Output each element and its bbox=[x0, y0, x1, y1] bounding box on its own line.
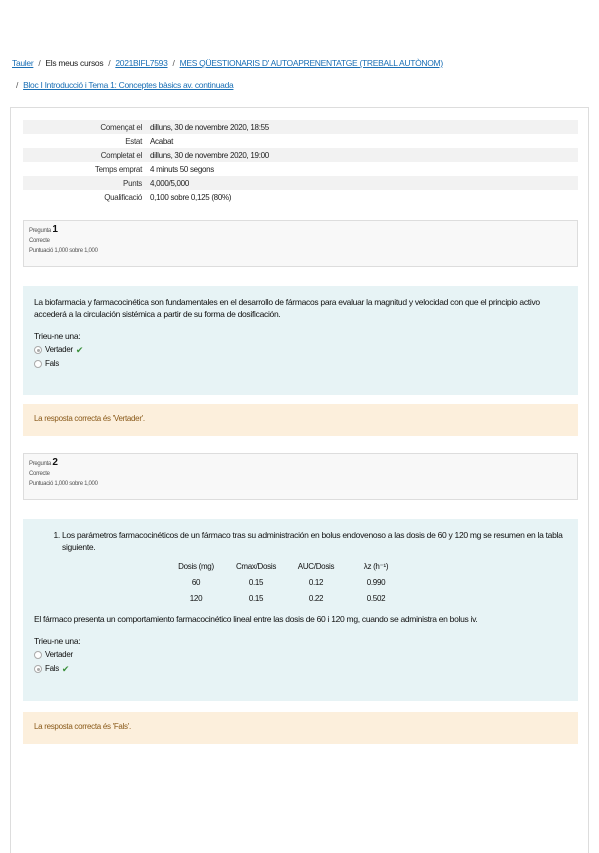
question-state: Correcte bbox=[29, 238, 50, 244]
table-header: λz (h⁻¹) bbox=[363, 562, 389, 571]
answer-prompt: Trieu-ne una: bbox=[34, 636, 81, 646]
summary-value: dilluns, 30 de novembre 2020, 18:55 bbox=[150, 122, 269, 132]
breadcrumb-home-link[interactable]: Tauler bbox=[12, 58, 34, 68]
question-number: 2 bbox=[52, 457, 58, 468]
question-text: La biofarmacia y farmacocinética son fun… bbox=[34, 297, 540, 319]
radio-unselected[interactable] bbox=[34, 360, 42, 368]
answer-option-true[interactable]: Vertader ✔ bbox=[34, 344, 567, 356]
summary-label: Començat el bbox=[100, 122, 142, 132]
question-mark: Puntuació 1,000 sobre 1,000 bbox=[29, 248, 98, 254]
question-2-content: Los parámetros farmacocinéticos de un fá… bbox=[23, 519, 578, 701]
question-text: Los parámetros farmacocinéticos de un fá… bbox=[62, 529, 567, 553]
summary-label: Punts bbox=[123, 178, 142, 188]
summary-label: Temps emprat bbox=[94, 164, 142, 174]
radio-selected[interactable] bbox=[34, 346, 42, 354]
question-2-feedback: La resposta correcta és 'Fals'. bbox=[23, 712, 578, 744]
breadcrumb-separator: / bbox=[16, 80, 19, 90]
summary-value: 4,000/5,000 bbox=[150, 178, 189, 188]
pk-parameters-table: Dosis (mg) Cmax/Dosis AUC/Dosis λz (h⁻¹) 60… bbox=[166, 559, 406, 607]
question-number: 1 bbox=[52, 224, 58, 235]
table-header: AUC/Dosis bbox=[297, 562, 335, 571]
table-cell: 120 bbox=[189, 594, 203, 603]
question-1-info: Pregunta 1 Correcte Puntuació 1,000 sobr… bbox=[23, 220, 578, 267]
question-statement: El fármaco presenta un comportamiento fa… bbox=[34, 614, 478, 624]
summary-label: Qualificació bbox=[104, 192, 142, 202]
table-header: Dosis (mg) bbox=[178, 562, 214, 571]
table-cell: 0.15 bbox=[248, 594, 264, 603]
answer-prompt: Trieu-ne una: bbox=[34, 331, 81, 341]
table-cell: 60 bbox=[191, 578, 201, 587]
table-row: Completat el dilluns, 30 de novembre 2020… bbox=[23, 148, 578, 162]
question-prefix: Pregunta bbox=[29, 228, 51, 234]
table-cell: 0.12 bbox=[308, 578, 324, 587]
summary-value: 0,100 sobre 0,125 (80%) bbox=[150, 192, 232, 202]
answer-label: Vertader bbox=[45, 345, 73, 354]
question-state: Correcte bbox=[29, 471, 50, 477]
table-header: Cmax/Dosis bbox=[235, 562, 277, 571]
answer-label: Fals bbox=[45, 359, 59, 368]
answer-label: Fals bbox=[45, 664, 59, 673]
summary-value: dilluns, 30 de novembre 2020, 19:00 bbox=[150, 150, 269, 160]
breadcrumb-separator: / bbox=[38, 58, 41, 68]
answer-label: Vertader bbox=[45, 650, 73, 659]
check-icon: ✔ bbox=[75, 345, 84, 355]
breadcrumb-course-link[interactable]: 2021BIFL7593 bbox=[115, 58, 167, 68]
table-row: 60 0.15 0.12 0.990 bbox=[166, 575, 406, 591]
breadcrumb-section-link[interactable]: MES QÜESTIONARIS D' AUTOAPRENENTATGE (TR… bbox=[180, 58, 444, 68]
answer-option-true[interactable]: Vertader bbox=[34, 649, 567, 661]
answer-option-false[interactable]: Fals bbox=[34, 358, 567, 370]
question-list: Los parámetros farmacocinéticos de un fá… bbox=[34, 529, 567, 553]
table-cell: 0.22 bbox=[308, 594, 324, 603]
table-cell: 0.502 bbox=[366, 594, 386, 603]
table-row: Qualificació 0,100 sobre 0,125 (80%) bbox=[23, 190, 578, 204]
quiz-review-panel: Començat el dilluns, 30 de novembre 2020,… bbox=[10, 107, 589, 853]
table-row: Punts 4,000/5,000 bbox=[23, 176, 578, 190]
table-row: Temps emprat 4 minuts 50 segons bbox=[23, 162, 578, 176]
attempt-summary-table: Començat el dilluns, 30 de novembre 2020,… bbox=[23, 120, 578, 204]
table-cell: 0.15 bbox=[248, 578, 264, 587]
question-prefix: Pregunta bbox=[29, 461, 51, 467]
table-row: 120 0.15 0.22 0.502 bbox=[166, 591, 406, 607]
summary-value: Acabat bbox=[150, 136, 174, 146]
table-cell: 0.990 bbox=[366, 578, 386, 587]
summary-label: Completat el bbox=[100, 150, 143, 160]
breadcrumb-my-courses[interactable]: Els meus cursos bbox=[45, 58, 103, 68]
question-2-info: Pregunta 2 Correcte Puntuació 1,000 sobr… bbox=[23, 453, 578, 500]
question-1-content: La biofarmacia y farmacocinética son fun… bbox=[23, 286, 578, 395]
answer-option-false[interactable]: Fals ✔ bbox=[34, 663, 567, 675]
check-icon: ✔ bbox=[61, 664, 70, 674]
question-mark: Puntuació 1,000 sobre 1,000 bbox=[29, 481, 98, 487]
table-row: Estat Acabat bbox=[23, 134, 578, 148]
summary-value: 4 minuts 50 segons bbox=[150, 164, 214, 174]
breadcrumb: Tauler / Els meus cursos / 2021BIFL7593 / MES … bbox=[12, 52, 587, 96]
radio-unselected[interactable] bbox=[34, 651, 42, 659]
breadcrumb-separator: / bbox=[108, 58, 111, 68]
table-header-row: Dosis (mg) Cmax/Dosis AUC/Dosis λz (h⁻¹) bbox=[166, 559, 406, 575]
breadcrumb-quiz-link[interactable]: Bloc I Introducció i Tema 1: Conceptes b… bbox=[23, 80, 234, 90]
question-1-feedback: La resposta correcta és 'Vertader'. bbox=[23, 404, 578, 436]
table-row: Començat el dilluns, 30 de novembre 2020,… bbox=[23, 120, 578, 134]
summary-label: Estat bbox=[125, 136, 142, 146]
radio-selected[interactable] bbox=[34, 665, 42, 673]
breadcrumb-separator: / bbox=[172, 58, 175, 68]
